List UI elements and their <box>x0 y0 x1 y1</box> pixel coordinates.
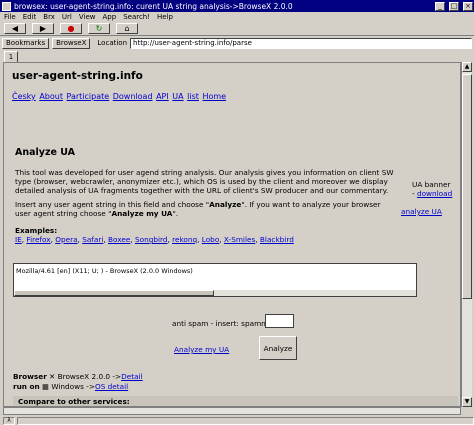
description: This tool was developed for user agend s… <box>15 168 394 195</box>
back-button[interactable]: ◀ <box>4 23 26 34</box>
example-songbird[interactable]: Songbird <box>135 235 168 244</box>
forward-button[interactable]: ▶ <box>32 23 54 34</box>
example-ie[interactable]: IE <box>15 235 22 244</box>
horizontal-scrollbar[interactable] <box>3 407 461 415</box>
menu-search[interactable]: Search! <box>123 13 150 21</box>
location-label: Location <box>97 39 128 47</box>
examples-list: IE, Firefox, Opera, Safari, Boxee, Songb… <box>15 235 294 244</box>
example-xsmiles[interactable]: X-Smiles <box>224 235 255 244</box>
instructions: Insert any user agent string in this fie… <box>15 200 395 218</box>
browser-detail-link[interactable]: Detail <box>121 372 143 381</box>
os-name: Windows -> <box>51 382 95 391</box>
instructions-analyze: Analyze <box>209 200 242 209</box>
nav-link-api[interactable]: API <box>156 92 169 101</box>
examples-title: Examples: <box>15 226 58 235</box>
nav-link-home[interactable]: Home <box>202 92 226 101</box>
nav-link-about[interactable]: About <box>39 92 63 101</box>
home-icon: ⌂ <box>124 24 130 33</box>
page-content: user-agent-string.info Česky About Parti… <box>3 62 461 407</box>
analyze-button[interactable]: Analyze <box>259 336 297 360</box>
ua-banner: UA banner - download <box>412 180 452 198</box>
ua-banner-alt: UA banner <box>412 180 451 189</box>
menu-brx[interactable]: Brx <box>43 13 55 21</box>
bookmarks-button[interactable]: Bookmarks <box>2 37 50 49</box>
menu-app[interactable]: App <box>103 13 117 21</box>
status-text <box>17 416 474 425</box>
tab-strip: 1 <box>0 51 474 62</box>
nav-link-list[interactable]: list <box>187 92 199 101</box>
nav-link-participate[interactable]: Participate <box>67 92 110 101</box>
menu-edit[interactable]: Edit <box>23 13 37 21</box>
spam-label: anti spam - insert: spamno <box>172 319 271 328</box>
back-icon: ◀ <box>11 24 19 33</box>
nav-link-cesky[interactable]: Česky <box>12 92 36 101</box>
compare-section: Compare to other services: <box>13 396 458 406</box>
app-icon <box>2 1 11 11</box>
textarea-scroll-thumb[interactable] <box>14 290 214 296</box>
page-heading: Analyze UA <box>15 147 76 158</box>
browser-label: Browser <box>13 372 47 381</box>
menu-url[interactable]: Url <box>62 13 72 21</box>
menu-bar: File Edit Brx Url View App Search! Help <box>0 12 474 22</box>
stop-icon: ● <box>67 24 75 33</box>
example-rekonq[interactable]: rekonq <box>172 235 197 244</box>
example-blackbird[interactable]: Blackbird <box>260 235 294 244</box>
example-safari[interactable]: Safari <box>82 235 103 244</box>
browser-info: Browser ✕ BrowseX 2.0.0 ->Detail <box>13 372 143 381</box>
browser-name: BrowseX 2.0.0 -> <box>57 372 122 381</box>
nav-links: Česky About Participate Download API UA … <box>12 92 227 101</box>
nav-link-ua[interactable]: UA <box>172 92 183 101</box>
os-info: run on ▦ Windows ->OS detail <box>13 382 128 391</box>
scroll-up-icon[interactable]: ▲ <box>462 62 472 72</box>
close-button[interactable]: × <box>463 1 473 11</box>
reload-button[interactable]: ↻ <box>88 23 110 34</box>
tab-1[interactable]: 1 <box>4 51 18 62</box>
forward-icon: ▶ <box>39 24 47 33</box>
menu-view[interactable]: View <box>79 13 96 21</box>
maximize-button[interactable]: □ <box>449 1 459 11</box>
analyze-ua-side: analyze UA <box>401 207 442 216</box>
nav-link-download[interactable]: Download <box>113 92 153 101</box>
example-opera[interactable]: Opera <box>55 235 77 244</box>
location-bar: Bookmarks BrowseX Location http://user-a… <box>0 37 474 49</box>
browsex-icon: ✕ <box>49 372 56 381</box>
instructions-part-1: Insert any user agent string in this fie… <box>15 200 210 209</box>
instructions-analyze-my: Analyze my UA <box>111 209 173 218</box>
analyze-ua-link[interactable]: analyze UA <box>401 207 442 216</box>
scroll-thumb[interactable] <box>462 74 472 299</box>
status-bar: λ <box>0 416 474 425</box>
example-boxee[interactable]: Boxee <box>108 235 130 244</box>
title-bar: browsex: user-agent-string.info: curent … <box>0 0 474 12</box>
spam-input[interactable] <box>265 314 294 328</box>
status-indicator-icon: λ <box>3 416 15 425</box>
analyze-my-ua-link[interactable]: Analyze my UA <box>174 345 229 354</box>
example-firefox[interactable]: Firefox <box>26 235 50 244</box>
example-lobo[interactable]: Lobo <box>202 235 220 244</box>
browsex-logo-button[interactable]: BrowseX <box>52 37 91 49</box>
windows-icon: ▦ <box>42 382 49 391</box>
menu-file[interactable]: File <box>4 13 16 21</box>
site-title: user-agent-string.info <box>12 70 143 82</box>
textarea-scrollbar[interactable] <box>14 290 416 296</box>
vertical-scrollbar[interactable]: ▲ ▼ <box>461 62 472 407</box>
reload-icon: ↻ <box>95 24 103 33</box>
runon-label: run on <box>13 382 40 391</box>
scroll-down-icon[interactable]: ▼ <box>462 397 472 407</box>
url-input[interactable]: http://user-agent-string.info/parse <box>130 37 472 49</box>
window-title: browsex: user-agent-string.info: curent … <box>14 1 293 11</box>
stop-button[interactable]: ● <box>60 23 82 34</box>
os-detail-link[interactable]: OS detail <box>95 382 128 391</box>
minimize-button[interactable]: _ <box>435 1 445 11</box>
toolbar: ◀ ▶ ● ↻ ⌂ <box>0 22 474 36</box>
banner-download-link[interactable]: download <box>417 189 452 198</box>
home-button[interactable]: ⌂ <box>116 23 138 34</box>
instructions-part-3: ". <box>172 209 179 218</box>
menu-help[interactable]: Help <box>157 13 173 21</box>
